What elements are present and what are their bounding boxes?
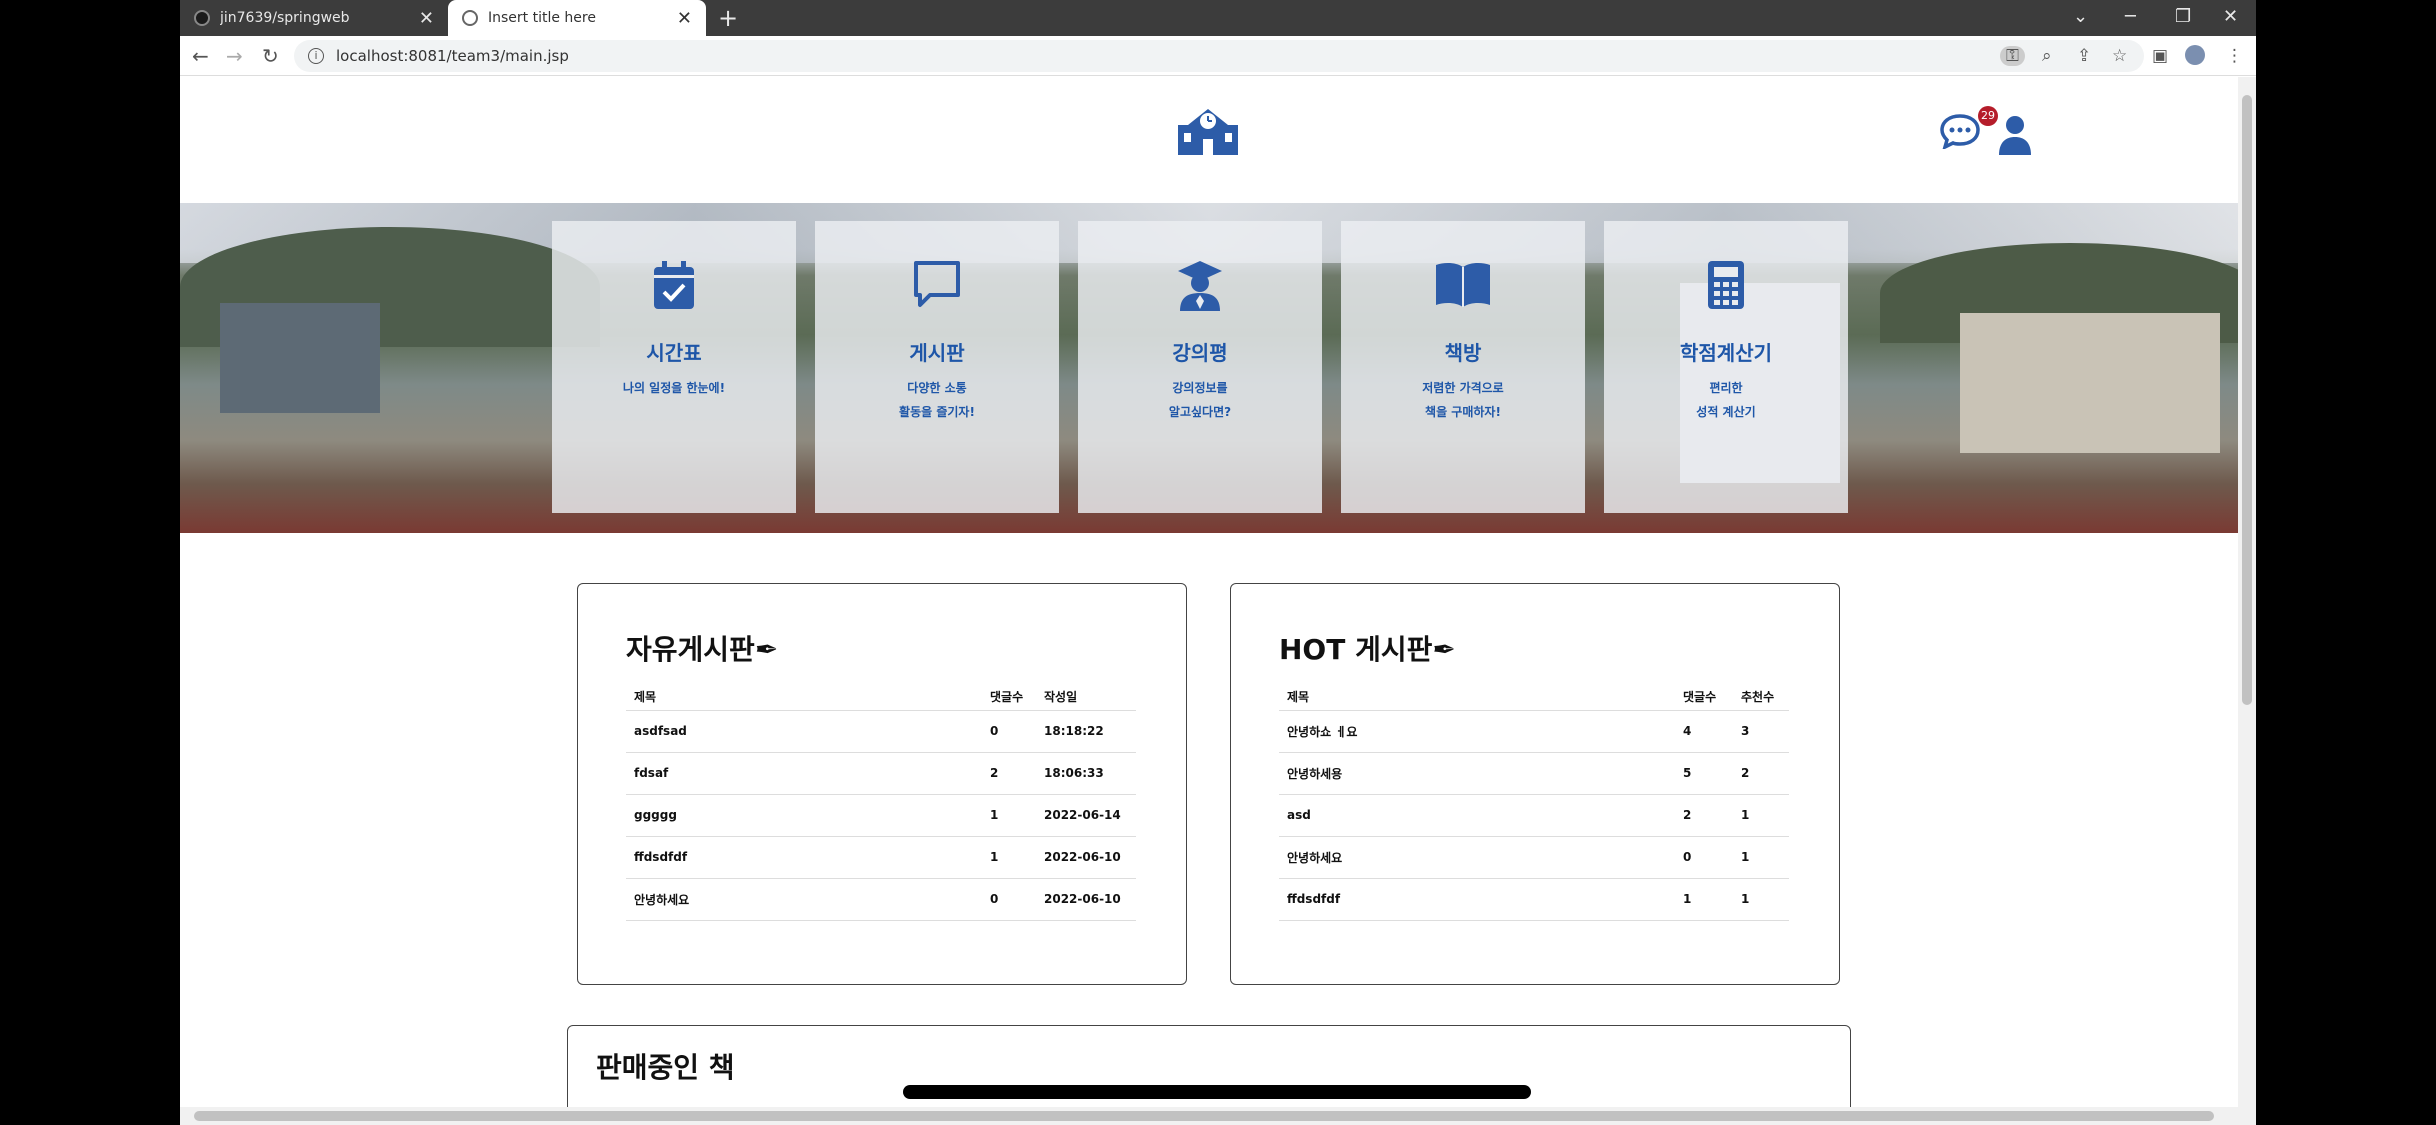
- menu-card-board[interactable]: 게시판 다양한 소통 활동을 즐기자!: [815, 221, 1059, 513]
- hot-board-title[interactable]: HOT 게시판✒: [1279, 628, 1456, 668]
- building-backdrop: [220, 303, 380, 413]
- table-row[interactable]: asd 2 1: [1279, 794, 1789, 837]
- menu-card-bookstore[interactable]: 책방 저렴한 가격으로 책을 구매하자!: [1341, 221, 1585, 513]
- building-backdrop: [1960, 313, 2220, 453]
- book-icon: [1436, 262, 1490, 307]
- browser-window: jin7639/springweb ✕ Insert title here ✕ …: [180, 0, 2256, 1125]
- address-toolbar: ← → ↻ i localhost:8081/team3/main.jsp ⚿ …: [180, 36, 2256, 76]
- tab-springweb[interactable]: jin7639/springweb ✕: [180, 0, 448, 36]
- new-tab-button[interactable]: +: [718, 4, 738, 32]
- forward-icon[interactable]: →: [226, 44, 243, 68]
- menu-kebab-icon[interactable]: ⋮: [2226, 46, 2243, 66]
- tab-main[interactable]: Insert title here ✕: [448, 0, 706, 36]
- chat-icon[interactable]: [1939, 113, 1981, 149]
- table-row[interactable]: fdsaf 2 18:06:33: [626, 752, 1136, 795]
- key-icon[interactable]: ⚿: [2000, 46, 2025, 66]
- table-row[interactable]: ffdsdfdf 1 1: [1279, 878, 1789, 921]
- menu-card-lecture-review[interactable]: 강의평 강의정보를 알고싶다면?: [1078, 221, 1322, 513]
- comment-icon: [914, 261, 960, 307]
- free-board-panel: 자유게시판✒ 제목 댓글수 작성일 asdfsad 0 18:18:22 fdsaf…: [577, 583, 1187, 985]
- page-content: 29 시간표 나의 일정을 한눈에! 게시판 다양한 소통 활동을 즐기자! 강…: [180, 77, 2238, 1107]
- menu-card-grade-calculator[interactable]: 학점계산기 편리한 성적 계산기: [1604, 221, 1848, 513]
- close-tab-icon[interactable]: ✕: [419, 8, 434, 29]
- table-header-row: 제목 댓글수 작성일: [626, 684, 1136, 711]
- github-icon: [194, 10, 210, 26]
- table-row[interactable]: ggggg 1 2022-06-14: [626, 794, 1136, 837]
- globe-icon: [462, 10, 478, 26]
- tab-search-icon[interactable]: ⌄: [2073, 6, 2088, 27]
- url-text: localhost:8081/team3/main.jsp: [336, 47, 569, 65]
- graduate-icon: [1178, 261, 1222, 311]
- card-title: 학점계산기: [1680, 341, 1772, 365]
- feather-icon: ✒: [754, 633, 779, 666]
- column-header: 제목: [1279, 684, 1675, 711]
- table-row[interactable]: ffdsdfdf 1 2022-06-10: [626, 836, 1136, 879]
- hot-board-panel: HOT 게시판✒ 제목 댓글수 추천수 안녕하쇼 ㅔ요 4 3 안녕하세용 5 2 as…: [1230, 583, 1840, 985]
- free-board-table: 제목 댓글수 작성일 asdfsad 0 18:18:22 fdsaf 2 18:06:…: [626, 684, 1136, 921]
- books-section-title: 판매중인 책: [596, 1051, 735, 1084]
- card-description: 저렴한 가격으로 책을 구매하자!: [1422, 381, 1504, 419]
- calculator-icon: [1708, 261, 1744, 309]
- restore-icon[interactable]: ❐: [2175, 6, 2191, 27]
- table-row[interactable]: 안녕하세용 5 2: [1279, 752, 1789, 795]
- card-description: 편리한 성적 계산기: [1696, 381, 1756, 419]
- minimize-icon[interactable]: ─: [2125, 6, 2136, 27]
- back-icon[interactable]: ←: [192, 44, 209, 68]
- column-header: 댓글수: [982, 684, 1036, 711]
- user-icon[interactable]: [1997, 115, 2033, 155]
- school-logo-icon[interactable]: [1176, 105, 1240, 157]
- card-description: 강의정보를 알고싶다면?: [1168, 381, 1232, 419]
- notification-badge: 29: [1978, 106, 1998, 126]
- site-info-icon[interactable]: i: [308, 48, 324, 64]
- tab-title: jin7639/springweb: [220, 10, 350, 26]
- feather-icon: ✒: [1432, 633, 1456, 666]
- column-header: 추천수: [1733, 684, 1789, 711]
- card-description: 나의 일정을 한눈에!: [622, 381, 726, 395]
- address-bar[interactable]: i localhost:8081/team3/main.jsp: [294, 40, 2144, 72]
- share-icon[interactable]: ⇪: [2077, 46, 2091, 66]
- window-close-icon[interactable]: ✕: [2223, 6, 2238, 27]
- horizontal-scrollbar[interactable]: [180, 1107, 2256, 1125]
- column-header: 댓글수: [1675, 684, 1733, 711]
- campus-banner: 시간표 나의 일정을 한눈에! 게시판 다양한 소통 활동을 즐기자! 강의평 …: [180, 203, 2238, 616]
- calendar-check-icon: [654, 261, 694, 309]
- column-header: 제목: [626, 684, 982, 711]
- card-description: 다양한 소통 활동을 즐기자!: [899, 381, 975, 419]
- card-title: 시간표: [646, 341, 702, 365]
- table-row[interactable]: 안녕하세요 0 2022-06-10: [626, 878, 1136, 921]
- card-title: 강의평: [1172, 341, 1228, 365]
- side-panel-icon[interactable]: ▣: [2152, 46, 2168, 66]
- scrollbar-thumb[interactable]: [2242, 95, 2252, 705]
- table-row[interactable]: asdfsad 0 18:18:22: [626, 710, 1136, 753]
- profile-avatar-icon[interactable]: [2185, 45, 2205, 65]
- reload-icon[interactable]: ↻: [262, 44, 279, 68]
- tab-bar: jin7639/springweb ✕ Insert title here ✕ …: [180, 0, 2256, 36]
- card-title: 책방: [1444, 341, 1482, 365]
- table-row[interactable]: 안녕하세요 0 1: [1279, 836, 1789, 879]
- zoom-icon[interactable]: ⌕: [2042, 46, 2052, 66]
- scrollbar-thumb[interactable]: [194, 1111, 2214, 1121]
- free-board-title[interactable]: 자유게시판✒: [626, 628, 778, 668]
- hot-board-table: 제목 댓글수 추천수 안녕하쇼 ㅔ요 4 3 안녕하세용 5 2 asd 2 1 안녕하세요…: [1279, 684, 1789, 921]
- column-header: 작성일: [1036, 684, 1136, 711]
- home-indicator-bar: [903, 1085, 1531, 1099]
- menu-card-timetable[interactable]: 시간표 나의 일정을 한눈에!: [552, 221, 796, 513]
- card-title: 게시판: [909, 341, 965, 365]
- close-tab-icon[interactable]: ✕: [677, 8, 692, 29]
- table-row[interactable]: 안녕하쇼 ㅔ요 4 3: [1279, 710, 1789, 753]
- table-header-row: 제목 댓글수 추천수: [1279, 684, 1789, 711]
- bookmark-star-icon[interactable]: ☆: [2112, 46, 2127, 66]
- tab-title: Insert title here: [488, 10, 596, 26]
- vertical-scrollbar[interactable]: [2238, 77, 2256, 1107]
